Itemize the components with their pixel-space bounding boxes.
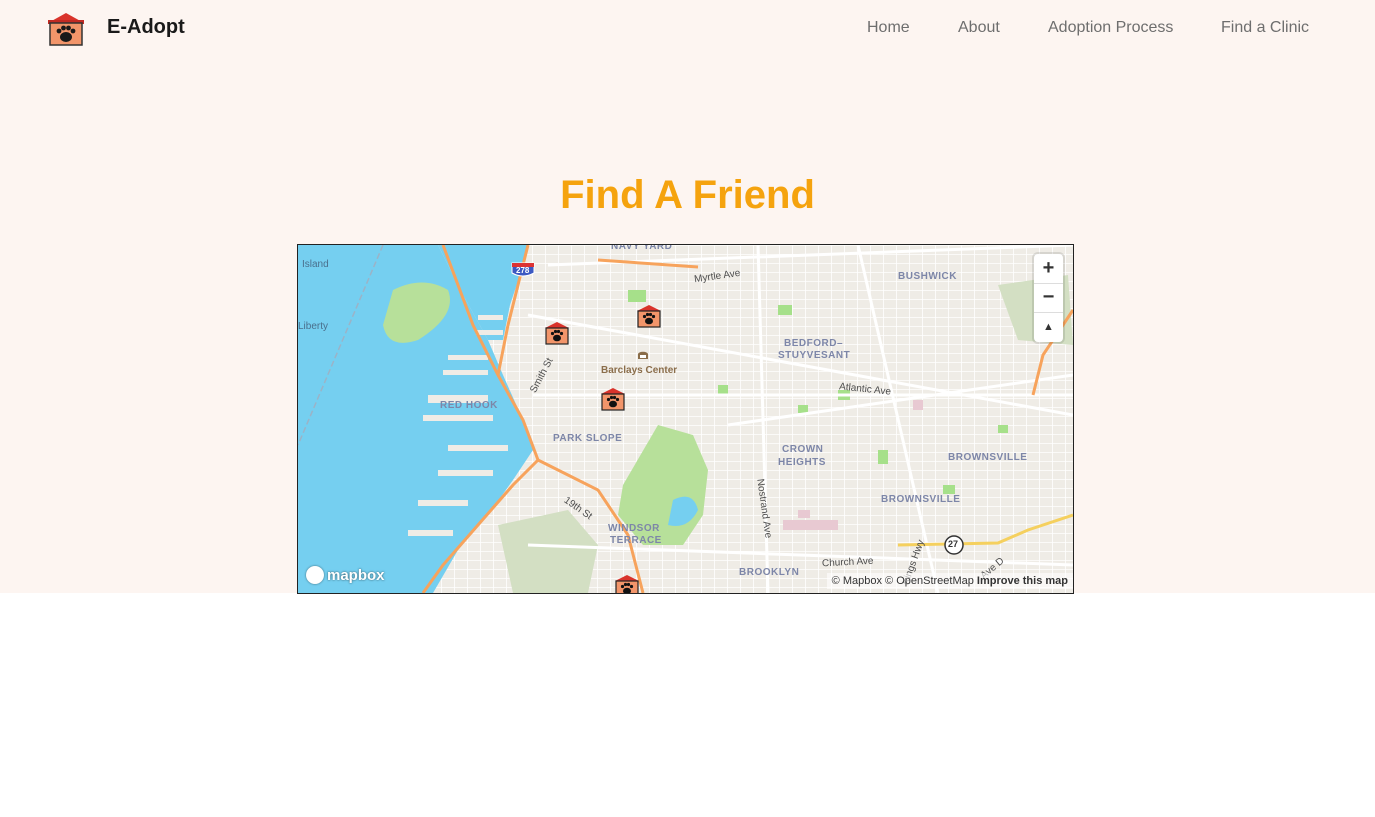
zoom-in-button[interactable]: + xyxy=(1034,254,1063,284)
map-label-crown: CROWN xyxy=(782,444,824,455)
map-navigation-control: + − ▲ xyxy=(1034,254,1063,342)
compass-icon[interactable]: ▲ xyxy=(1034,312,1063,341)
route-27-shield: 27 xyxy=(948,539,959,549)
map-label-navy-yard: NAVY YARD xyxy=(611,244,673,252)
stadium-icon xyxy=(638,351,648,359)
map-label-red-hook: RED HOOK xyxy=(440,400,498,411)
map-container[interactable]: NAVY YARD BUSHWICK Island Liberty Myrtle… xyxy=(297,244,1074,594)
map-label-windsor: WINDSOR xyxy=(608,523,660,534)
shelter-marker-2[interactable] xyxy=(636,304,662,328)
map-label-island: Island xyxy=(302,259,329,270)
navbar: E-Adopt Home About Adoption Process Find… xyxy=(0,0,1375,58)
map-label-liberty: Liberty xyxy=(298,321,329,332)
map-label-barclays-center: Barclays Center xyxy=(601,365,678,376)
nav-home[interactable]: Home xyxy=(867,19,910,37)
paw-house-icon[interactable] xyxy=(46,11,86,47)
zoom-out-button[interactable]: − xyxy=(1034,283,1063,313)
map-label-park-slope: PARK SLOPE xyxy=(553,433,623,444)
map-label-heights: HEIGHTS xyxy=(778,457,826,468)
attribution-mapbox-link[interactable]: © Mapbox xyxy=(832,575,882,587)
map-label-terrace: TERRACE xyxy=(610,535,662,546)
shelter-marker-4[interactable] xyxy=(614,574,640,594)
attribution-osm-link[interactable]: © OpenStreetMap xyxy=(885,575,974,587)
nav-find-a-clinic[interactable]: Find a Clinic xyxy=(1221,19,1309,37)
map-label-stuyvesant: STUYVESANT xyxy=(778,350,851,361)
map-label-bushwick: BUSHWICK xyxy=(898,271,957,282)
nav-adoption-process[interactable]: Adoption Process xyxy=(1048,19,1173,37)
brand-name[interactable]: E-Adopt xyxy=(107,16,185,39)
mapbox-logo-icon xyxy=(306,566,324,584)
shelter-marker-1[interactable] xyxy=(544,321,570,345)
map-label-bedford: BEDFORD– xyxy=(784,338,844,349)
mapbox-logo[interactable]: mapbox xyxy=(306,566,385,584)
map-label-brooklyn: BROOKLYN xyxy=(739,567,800,578)
nav-about[interactable]: About xyxy=(958,19,1000,37)
interstate-278-shield: 278 xyxy=(516,266,530,275)
improve-map-link[interactable]: Improve this map xyxy=(977,575,1068,587)
mapbox-logo-text: mapbox xyxy=(327,566,385,584)
page-title: Find A Friend xyxy=(560,173,815,217)
map-label-brownsville-1: BROWNSVILLE xyxy=(948,452,1028,463)
shelter-marker-3[interactable] xyxy=(600,387,626,411)
map-label-brownsville-2: BROWNSVILLE xyxy=(881,494,961,505)
map-attribution: © Mapbox © OpenStreetMap Improve this ma… xyxy=(826,573,1073,589)
